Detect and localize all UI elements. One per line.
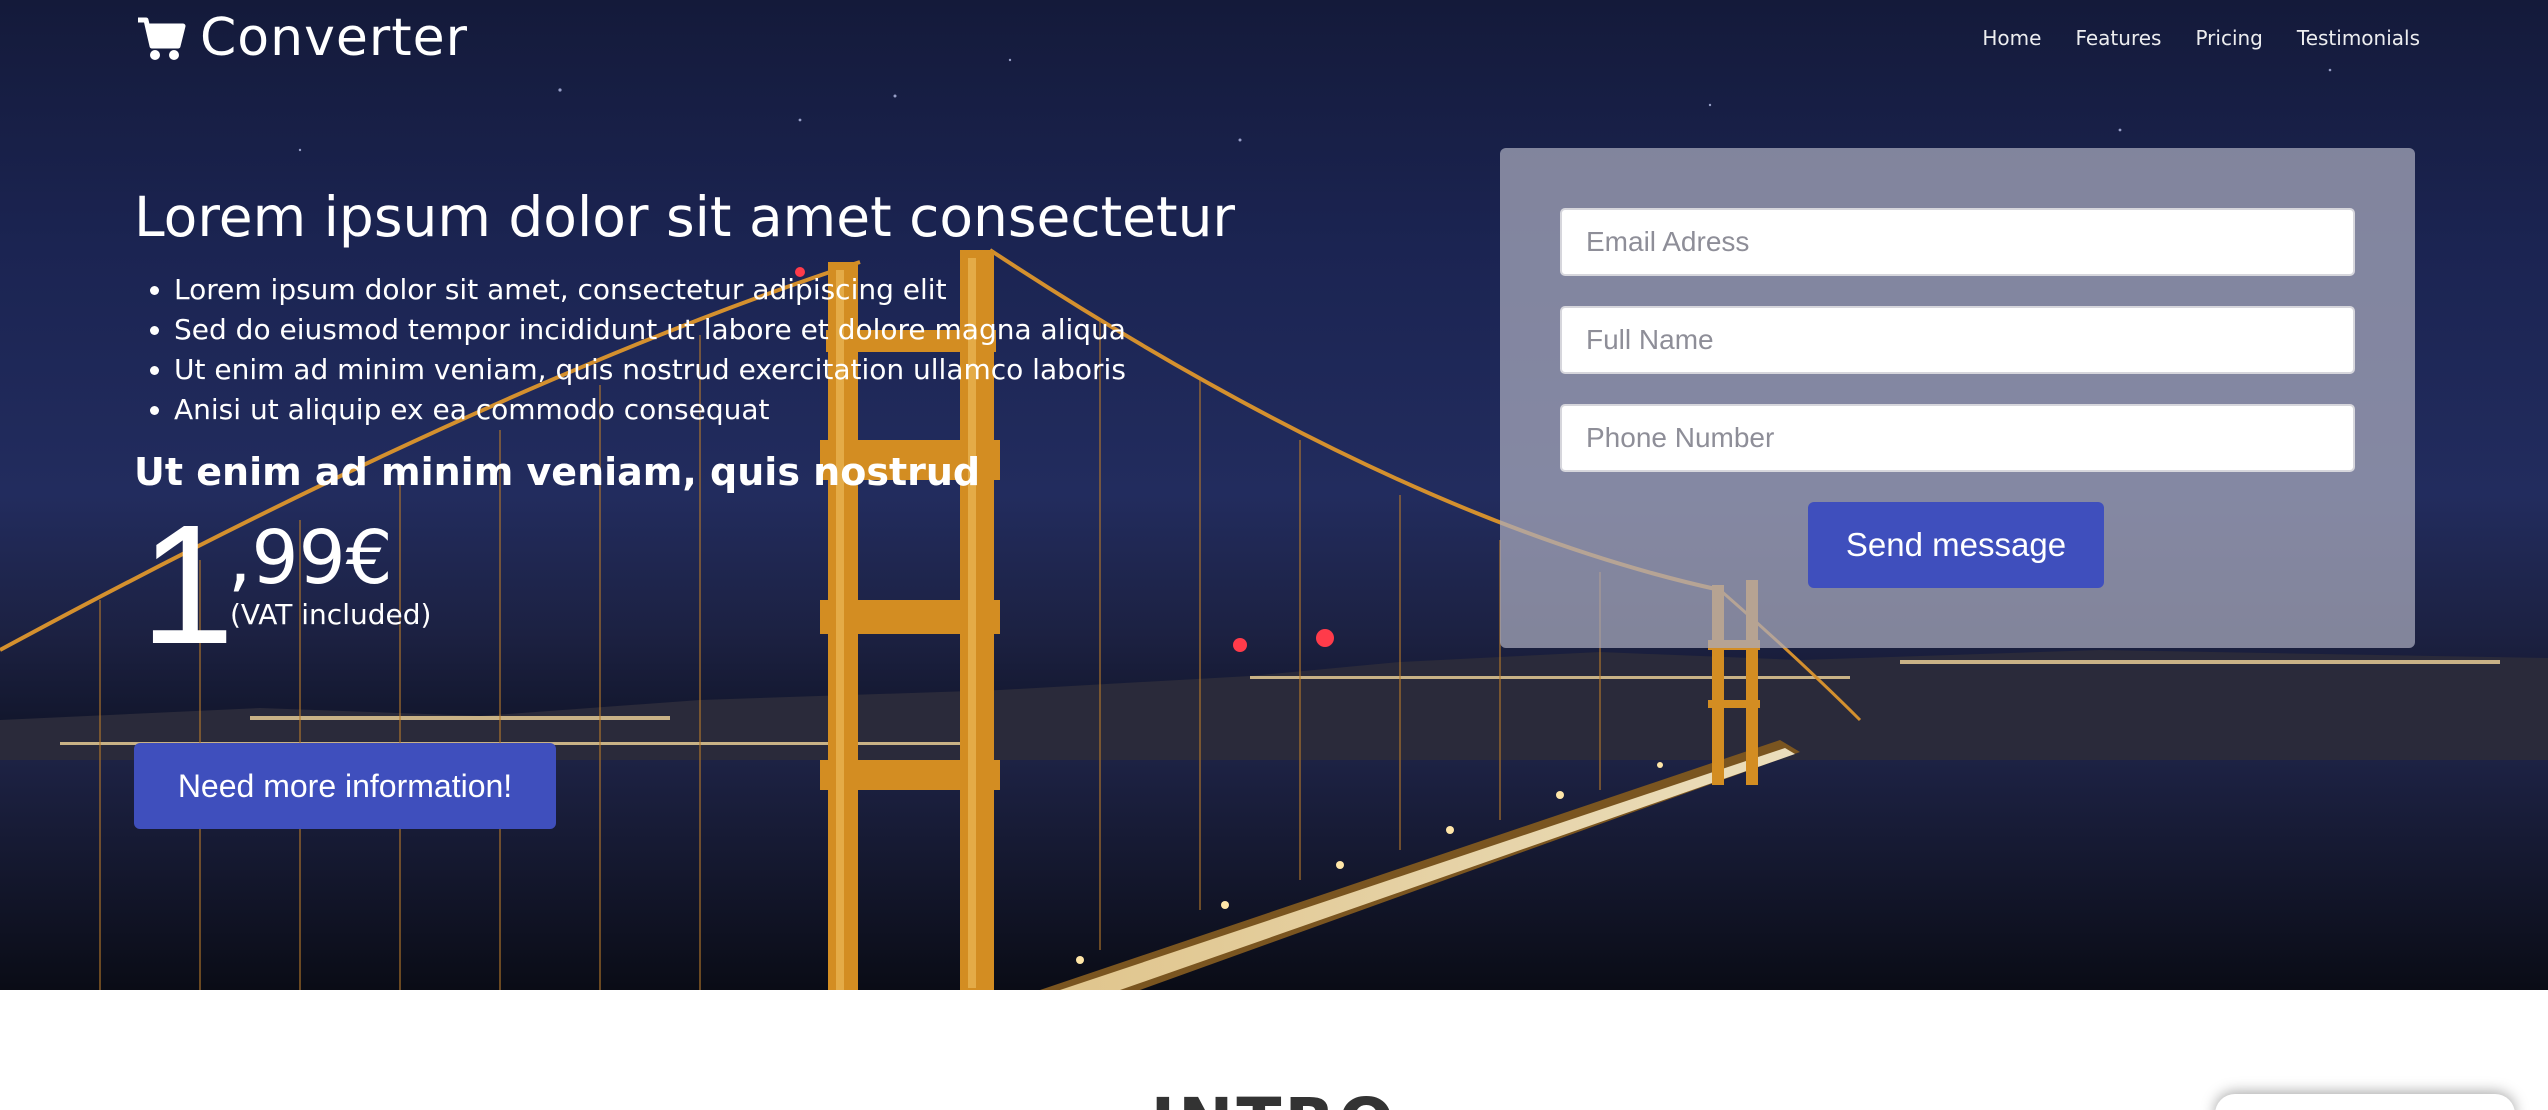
- more-information-button[interactable]: Need more information!: [134, 743, 556, 829]
- send-message-button[interactable]: Send message: [1808, 502, 2104, 588]
- brand-logo[interactable]: Converter: [134, 8, 468, 68]
- top-navbar: Converter Home Features Pricing Testimon…: [0, 0, 2548, 80]
- contact-form-panel: Send message: [1500, 148, 2415, 648]
- chat-widget-tab[interactable]: [2215, 1094, 2515, 1110]
- vat-note: (VAT included): [230, 598, 432, 631]
- feature-bullet: Ut enim ad minim veniam, quis nostrud ex…: [174, 350, 1126, 390]
- nav-link-testimonials[interactable]: Testimonials: [2297, 26, 2420, 50]
- phone-number-input[interactable]: [1560, 404, 2355, 472]
- full-name-input[interactable]: [1560, 306, 2355, 374]
- feature-bullet: Sed do eiusmod tempor incididunt ut labo…: [174, 310, 1126, 350]
- nav-link-pricing[interactable]: Pricing: [2195, 26, 2262, 50]
- hero-subheadline: Ut enim ad minim veniam, quis nostrud: [134, 450, 981, 494]
- nav-link-features[interactable]: Features: [2075, 26, 2161, 50]
- price-integer: 1: [140, 490, 235, 680]
- feature-bullet-list: Lorem ipsum dolor sit amet, consectetur …: [174, 270, 1126, 430]
- email-input[interactable]: [1560, 208, 2355, 276]
- feature-bullet: Lorem ipsum dolor sit amet, consectetur …: [174, 270, 1126, 310]
- intro-section-title: INTRO: [0, 1084, 2548, 1110]
- price-decimal: ,99€: [228, 515, 393, 601]
- hero-headline: Lorem ipsum dolor sit amet consectetur: [134, 185, 1236, 249]
- shopping-cart-icon: [138, 17, 186, 60]
- nav-link-home[interactable]: Home: [1982, 26, 2041, 50]
- feature-bullet: Anisi ut aliquip ex ea commodo consequat: [174, 390, 1126, 430]
- brand-name: Converter: [200, 8, 468, 68]
- nav-menu: Home Features Pricing Testimonials: [1982, 26, 2420, 50]
